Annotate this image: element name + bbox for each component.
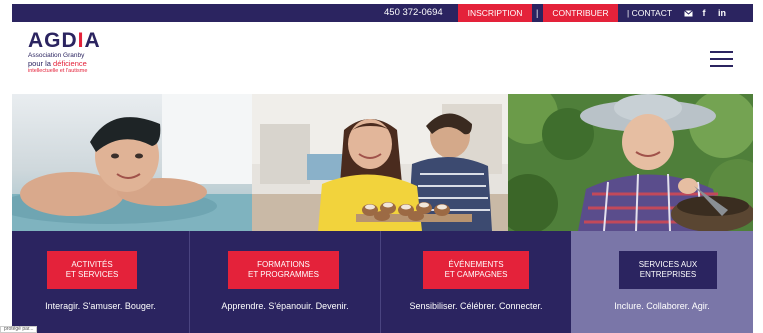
- separator: |: [536, 8, 539, 18]
- swimmer-photo: [12, 94, 252, 231]
- tile-tagline: Sensibiliser. Célébrer. Connecter.: [409, 301, 543, 311]
- recaptcha-badge[interactable]: protégé par...: [0, 326, 38, 333]
- tile-evenements: ÉVÉNEMENTS ET CAMPAGNES Sensibiliser. Cél…: [381, 231, 571, 333]
- tile-tagline: Apprendre. S'épanouir. Devenir.: [221, 301, 349, 311]
- mail-icon[interactable]: [682, 4, 694, 22]
- top-bar: 450 372-0694 INSCRIPTION | CONTRIBUER | …: [12, 4, 753, 22]
- gardening-photo: [508, 94, 753, 231]
- logo-wordmark: AGDIA: [28, 29, 101, 52]
- tile-tagline: Interagir. S'amuser. Bouger.: [45, 301, 156, 311]
- evenements-campagnes-button[interactable]: ÉVÉNEMENTS ET CAMPAGNES: [423, 251, 529, 289]
- logo-line-2: pour la déficience: [28, 58, 87, 68]
- activites-services-button[interactable]: ACTIVITÉS ET SERVICES: [47, 251, 137, 289]
- baking-photo: [252, 94, 508, 231]
- inscription-button[interactable]: INSCRIPTION: [458, 4, 532, 22]
- page: 450 372-0694 INSCRIPTION | CONTRIBUER | …: [12, 0, 753, 333]
- phone-number[interactable]: 450 372-0694: [384, 4, 443, 22]
- contact-link[interactable]: | CONTACT: [627, 4, 672, 22]
- tile-activites: ACTIVITÉS ET SERVICES Interagir. S'amuser…: [12, 231, 189, 333]
- agdia-logo[interactable]: AGDIA Association Granby pour la déficie…: [28, 30, 118, 75]
- tile-tagline: Inclure. Collaborer. Agir.: [614, 301, 710, 311]
- formations-programmes-button[interactable]: FORMATIONS ET PROGRAMMES: [228, 251, 339, 289]
- service-tiles: ACTIVITÉS ET SERVICES Interagir. S'amuser…: [12, 231, 753, 333]
- services-entreprises-button[interactable]: SERVICES AUX ENTREPRISES: [619, 251, 717, 289]
- facebook-icon[interactable]: f: [699, 4, 709, 22]
- logo-line-3: intellectuelle et l'autisme: [28, 67, 88, 74]
- tile-entreprises: SERVICES AUX ENTREPRISES Inclure. Collabo…: [571, 231, 753, 333]
- hero-photo-band: [12, 94, 753, 231]
- linkedin-icon[interactable]: in: [715, 4, 729, 22]
- tile-formations: FORMATIONS ET PROGRAMMES Apprendre. S'épa…: [190, 231, 380, 333]
- contribuer-button[interactable]: CONTRIBUER: [543, 4, 618, 22]
- menu-hamburger-icon[interactable]: [710, 51, 733, 67]
